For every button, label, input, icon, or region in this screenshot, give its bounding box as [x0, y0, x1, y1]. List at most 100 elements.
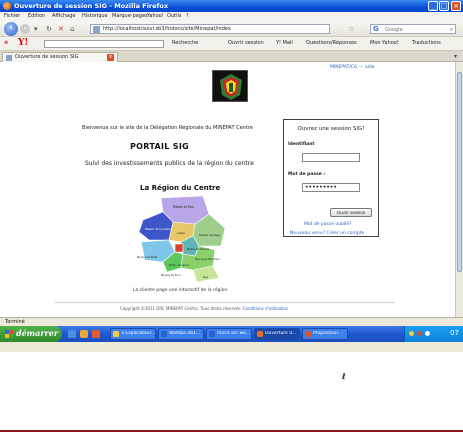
- welcome-text: Bienvenue sur le site de la Délégation R…: [82, 125, 253, 131]
- tray-volume-icon[interactable]: [425, 331, 430, 336]
- vertical-scrollbar[interactable]: [455, 62, 463, 317]
- map-label-mefou-afamba: Mefou et Afamba: [187, 247, 210, 251]
- toolbar-signin-button[interactable]: Ouvrir session: [228, 40, 264, 46]
- status-text: Terminé: [5, 319, 25, 325]
- page-content: MINEPAT/CG — aide Bienvenue sur le site …: [0, 62, 455, 317]
- minimize-button[interactable]: _: [428, 1, 438, 11]
- password-label: Mot de passe :: [288, 172, 326, 177]
- stop-icon[interactable]: ✕: [58, 25, 64, 33]
- tab-list-icon[interactable]: ▾: [454, 53, 457, 60]
- username-input[interactable]: [302, 153, 360, 162]
- page-footer: Copyright ©2011 DRC MINEPAT Centre. Tous…: [120, 306, 288, 311]
- search-box[interactable]: G ⌕: [370, 24, 456, 34]
- quicklaunch-firefox-icon[interactable]: [92, 330, 100, 338]
- footer-divider: [55, 302, 395, 303]
- window-title-bar[interactable]: Ouverture de session SIG - Mozilla Firef…: [0, 0, 463, 12]
- bottom-rule: [0, 430, 463, 432]
- quicklaunch-folder-icon[interactable]: [80, 330, 88, 338]
- map-label-nyong-et-soo: Nyong et So'o: [161, 273, 181, 277]
- map-caption: La cliente page une interactif de la rég…: [133, 288, 228, 293]
- status-bar: Terminé: [0, 317, 463, 326]
- menu-view[interactable]: Affichage: [52, 13, 76, 19]
- mouse-cursor-icon: ℓ: [342, 372, 346, 381]
- back-button[interactable]: ‹: [4, 22, 18, 36]
- taskbar-item-label: Proposition...: [313, 331, 343, 336]
- minepat-crest-logo: [212, 70, 248, 102]
- page-subtitle: Suivi des investissements publics de la …: [85, 160, 254, 167]
- toolbar-menu-icon[interactable]: ⊗: [4, 40, 8, 46]
- address-bar[interactable]: http://localhost/suivi.sb3/htdocs/site/M…: [90, 24, 330, 34]
- history-dropdown-icon[interactable]: ▾: [34, 25, 38, 33]
- help-link[interactable]: MINEPAT/CG — aide: [330, 65, 374, 70]
- taskbar-item-document-1[interactable]: Wamba 4b1...: [158, 328, 204, 340]
- tray-clock: 07: [450, 329, 459, 337]
- register-link[interactable]: Nouveau venu? Créer un compte: [290, 231, 364, 236]
- menu-edit[interactable]: Édition: [28, 13, 45, 19]
- login-panel: Ouvrez une session SIG! Identifiant Mot …: [283, 119, 379, 237]
- footer-copyright: Copyright ©2011 DRC MINEPAT Centre. Tous…: [120, 306, 242, 311]
- system-tray: 07: [404, 326, 463, 342]
- region-title: La Région du Centre: [140, 184, 221, 192]
- tab-login[interactable]: Ouverture de session SIG ×: [2, 52, 118, 62]
- taskbar: démarrer 3 Explorateur... Wamba 4b1... m…: [0, 326, 463, 342]
- menu-bar: Fichier Édition Affichage Historique Mar…: [0, 12, 463, 21]
- reload-icon[interactable]: ↻: [46, 25, 52, 33]
- close-window-button[interactable]: ×: [451, 1, 461, 11]
- taskbar-item-label: micro arc wo...: [217, 331, 251, 336]
- search-input[interactable]: [385, 26, 445, 33]
- tray-antivirus-icon[interactable]: [417, 331, 422, 336]
- footer-terms-link[interactable]: Conditions d'utilisation: [243, 306, 289, 311]
- toolbar-search-button[interactable]: Recherche: [172, 40, 198, 46]
- tray-network-icon[interactable]: [409, 331, 414, 336]
- menu-bookmarks[interactable]: Marque-pages: [112, 13, 148, 19]
- forgot-password-link[interactable]: Mot de passe oublié?: [304, 222, 352, 227]
- desktop-screen: Ouverture de session SIG - Mozilla Firef…: [0, 0, 463, 352]
- taskbar-item-explorer[interactable]: 3 Explorateur...: [110, 328, 156, 340]
- start-button[interactable]: démarrer: [0, 326, 62, 342]
- scrollbar-thumb[interactable]: [457, 72, 462, 272]
- search-icon[interactable]: ⌕: [450, 26, 453, 34]
- navigation-bar: ‹ › ▾ ↻ ✕ ⌂ http://localhost/suivi.sb3/h…: [0, 21, 463, 37]
- forward-button[interactable]: ›: [20, 24, 30, 34]
- tab-close-icon[interactable]: ×: [107, 54, 114, 61]
- menu-history[interactable]: Historique: [82, 13, 108, 19]
- firefox-icon: [3, 2, 11, 10]
- bookmark-star-icon[interactable]: ☆: [348, 25, 354, 33]
- map-label-mefou-akono: Mefou et Akono: [169, 263, 190, 267]
- toolbar-search-field[interactable]: [44, 40, 164, 48]
- taskbar-item-label: 3 Explorateur...: [121, 331, 155, 336]
- menu-yahoo[interactable]: Yahoo!: [147, 13, 164, 19]
- toolbar-answers-button[interactable]: Questions/Réponses: [306, 40, 357, 46]
- map-label-mbam-et-kim: Mbam et Kim: [173, 205, 194, 209]
- powerpoint-icon: [305, 331, 311, 337]
- page-title: PORTAIL SIG: [130, 142, 189, 151]
- site-favicon-icon: [93, 26, 100, 33]
- yahoo-logo[interactable]: Y!: [18, 38, 28, 48]
- map-label-mbam-et-inoubou: Mbam et Inoubou: [145, 227, 171, 231]
- taskbar-item-label: Wamba 4b1...: [169, 331, 201, 336]
- toolbar-translate-button[interactable]: Traductions: [412, 40, 441, 46]
- tab-strip: Ouverture de session SIG × ▾: [0, 51, 463, 62]
- menu-help[interactable]: ?: [186, 13, 189, 19]
- maximize-button[interactable]: □: [439, 1, 449, 11]
- map-region-mfoundi: [174, 243, 184, 253]
- password-input[interactable]: [302, 183, 360, 192]
- tab-favicon-icon: [6, 55, 12, 61]
- toolbar-myyahoo-button[interactable]: Mon Yahoo!: [370, 40, 399, 46]
- home-icon[interactable]: ⌂: [70, 25, 74, 33]
- address-url: http://localhost/suivi.sb3/htdocs/site/M…: [103, 26, 231, 32]
- quicklaunch-ie-icon[interactable]: [68, 330, 76, 338]
- region-map[interactable]: Mbam et Kim Mbam et Inoubou Haute Sanaga…: [133, 194, 233, 284]
- taskbar-item-firefox[interactable]: Ouverture d...: [254, 328, 300, 340]
- toolbar-mail-button[interactable]: Y! Mail: [276, 40, 293, 46]
- taskbar-item-label: Ouverture d...: [265, 331, 297, 336]
- map-label-dja: Dja: [203, 275, 208, 279]
- menu-tools[interactable]: Outils: [167, 13, 181, 19]
- yahoo-toolbar: ⊗ Y! Recherche Ouvrir session Y! Mail Qu…: [0, 37, 463, 51]
- map-label-lekie: Lekié: [177, 231, 185, 235]
- menu-file[interactable]: Fichier: [4, 13, 20, 19]
- taskbar-item-presentation[interactable]: Proposition...: [302, 328, 348, 340]
- folder-icon: [113, 331, 119, 337]
- taskbar-item-document-2[interactable]: micro arc wo...: [206, 328, 252, 340]
- login-submit-button[interactable]: Ouvrir session: [330, 208, 372, 217]
